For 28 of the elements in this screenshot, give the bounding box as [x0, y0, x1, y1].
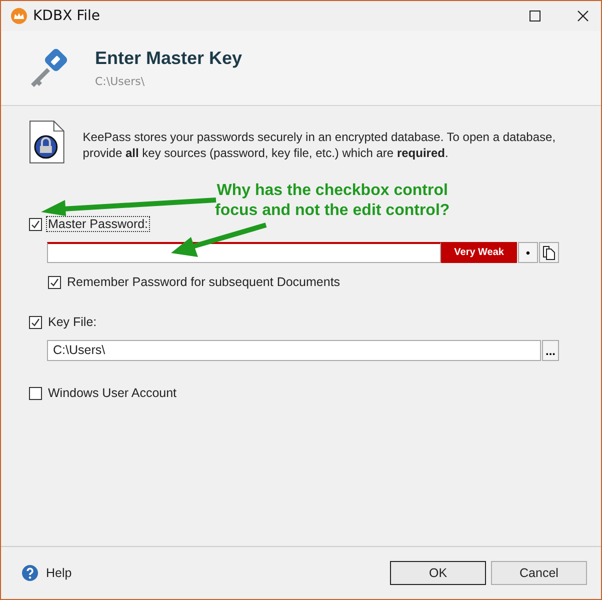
checkbox[interactable] — [29, 316, 42, 328]
key-file-field[interactable]: C:\Users\ — [47, 340, 541, 361]
copy-icon — [543, 246, 555, 260]
dialog-button[interactable]: OK — [390, 561, 486, 585]
checkbox-label: Windows User Account — [47, 385, 178, 401]
hide-password-button[interactable]: • — [518, 242, 538, 263]
checkbox[interactable] — [48, 276, 61, 288]
password-field[interactable] — [47, 242, 442, 263]
dialog-heading: Enter Master Key — [95, 48, 242, 69]
checkbox-label: Key File: — [47, 314, 98, 330]
browse-button[interactable]: ... — [542, 340, 559, 361]
checkbox[interactable] — [29, 386, 42, 400]
checkbox-label: Remember Password for subsequent Documents — [66, 274, 342, 290]
dialog-button[interactable]: Cancel — [491, 561, 587, 585]
checkbox-label: Master Password: — [46, 216, 150, 232]
lock-document-icon — [29, 120, 65, 164]
close-icon[interactable] — [577, 10, 589, 22]
crown-icon — [11, 8, 27, 24]
annotation-text: Why has the checkbox control focus and not the edit control? — [215, 181, 450, 221]
strength-badge: Very Weak — [441, 242, 517, 263]
help-icon[interactable] — [22, 565, 38, 581]
info-text: KeePass stores your passwords securely in an encrypted database. To open a database, provide all key sources (password, key file, etc.) which are required. — [82, 129, 557, 161]
maximize-icon[interactable] — [529, 10, 541, 22]
window-title: KDBX File — [33, 8, 100, 24]
checkbox[interactable] — [29, 218, 42, 230]
copy-button[interactable] — [539, 242, 559, 263]
help-link[interactable]: Help — [46, 566, 72, 580]
database-path: C:\Users\ — [95, 75, 146, 88]
